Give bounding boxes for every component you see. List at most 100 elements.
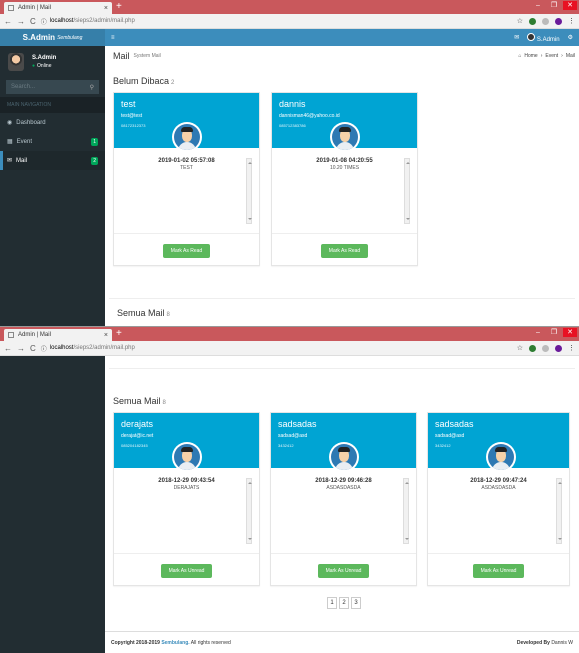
reload-icon[interactable]: C [30,344,36,353]
user-avatar-icon [330,122,360,152]
message-box[interactable]: 2018-12-29 09:43:54 DERAJATS [121,478,252,547]
mark-as-read-button[interactable]: Mark As Read [162,243,211,258]
breadcrumb-event[interactable]: Event [545,53,558,59]
brand-logo[interactable]: S.Admin Sembulang [0,29,105,46]
menu-dots-icon[interactable]: ⋮ [568,17,575,25]
search-icon[interactable]: ⚲ [90,84,94,91]
message-body: ASDASDASDA [481,485,516,491]
extension-icon[interactable] [529,344,536,352]
search-input[interactable]: Search... [11,84,35,90]
extension-icon[interactable] [529,17,536,25]
all-count: 8 [166,312,170,318]
new-tab-icon[interactable]: + [116,328,122,339]
url-field[interactable]: ⓘ localhost/sieps2/admin/mail.php [41,17,135,26]
all-title: Semua Mail [117,308,165,318]
unread-cards: test test@test 08172312373 2019-01-02 05:5… [109,86,579,266]
mark-as-unread-button[interactable]: Mark As Unread [472,563,525,578]
scrollbar[interactable] [246,158,252,224]
mark-as-unread-button[interactable]: Mark As Unread [317,563,370,578]
extension-icon-2[interactable] [542,344,549,352]
page-link[interactable]: 1 [327,597,337,609]
nav-header: MAIN NAVIGATION [0,97,105,113]
mail-notification-icon[interactable]: ✉ [514,34,519,41]
sidebar-item-dashboard[interactable]: ◉ Dashboard [0,113,105,132]
calendar-icon: ▦ [7,139,13,145]
footer-brand-link[interactable]: Sembulang. [161,640,189,646]
main-content: Mail System Mail ⌂ Home › Event › Mail B… [105,46,579,326]
address-bar: ← → C ⓘ localhost/sieps2/admin/mail.php … [0,14,579,29]
close-window-icon[interactable]: ✕ [563,328,577,337]
breadcrumb: ⌂ Home › Event › Mail [518,53,575,59]
bookmark-star-icon[interactable]: ☆ [517,344,523,352]
user-avatar-icon [486,442,516,472]
screenshot-bottom: Admin | Mail × + – ❐ ✕ ← → C ⓘ localhost… [0,326,579,653]
screenshot-top: Admin | Mail × + – ❐ ✕ ← → C ⓘ localhost… [0,0,579,326]
browser-tab[interactable]: Admin | Mail × [4,2,112,14]
window-controls: – ❐ ✕ [531,328,577,337]
scrollbar[interactable] [404,158,410,224]
info-icon[interactable]: ⓘ [41,17,47,26]
forward-icon[interactable]: → [17,17,25,26]
mail-card: sadsadas sadsad@asd 3432412 2018-12-29 09:… [270,412,417,586]
window-controls: – ❐ ✕ [531,1,577,10]
sidebar: S.AdminSembulang S.Admin Online Search..… [0,29,105,326]
mark-as-unread-button[interactable]: Mark As Unread [160,563,213,578]
message-box[interactable]: 2018-12-29 09:46:28 ASDASDASDA [278,478,409,547]
breadcrumb-sep: › [540,53,543,59]
close-window-icon[interactable]: ✕ [563,1,577,10]
sidebar-item-event[interactable]: ▦ Event 1 [0,132,105,151]
info-icon[interactable]: ⓘ [41,344,47,353]
sender-name: sadsadas [435,419,474,429]
address-bar: ← → C ⓘ localhost/sieps2/admin/mail.php … [0,341,579,356]
maximize-icon[interactable]: ❐ [547,328,561,337]
scrollbar[interactable] [556,478,562,544]
sidebar-item-label: Dashboard [16,119,46,126]
message-date: 2019-01-02 05:57:08 [158,158,215,164]
sender-email: sadsad@asd [278,433,308,439]
new-tab-icon[interactable]: + [116,1,122,12]
minimize-icon[interactable]: – [531,328,545,337]
page-link[interactable]: 3 [351,597,361,609]
sender-name: test [121,99,136,109]
maximize-icon[interactable]: ❐ [547,1,561,10]
profile-icon[interactable] [555,344,562,352]
back-icon[interactable]: ← [4,344,12,353]
message-date: 2018-12-29 09:46:28 [315,478,372,484]
settings-gears-icon[interactable]: ⚙ [568,34,573,41]
minimize-icon[interactable]: – [531,1,545,10]
all-section-title: Semua Mail 8 [117,308,170,318]
user-avatar-icon [172,122,202,152]
scrollbar[interactable] [246,478,252,544]
sender-email: dannisman46@yahoo.co.id [279,113,340,119]
message-box[interactable]: 2018-12-29 09:47:24 ASDASDASDA [435,478,562,547]
close-tab-icon[interactable]: × [104,5,108,12]
user-menu[interactable]: S.Admin [527,32,560,43]
menu-dots-icon[interactable]: ⋮ [568,344,575,352]
back-icon[interactable]: ← [4,17,12,26]
rights-text: All rights reserved [190,639,231,646]
hamburger-icon[interactable]: ≡ [111,35,115,41]
brand-sub: Sembulang [57,34,83,41]
profile-icon[interactable] [555,17,562,25]
breadcrumb-sep: › [561,53,563,59]
scrollbar[interactable] [403,478,409,544]
browser-tabbar: Admin | Mail × + – ❐ ✕ [0,0,579,14]
sidebar-item-mail[interactable]: ✉ Mail 2 [0,151,105,170]
bookmark-star-icon[interactable]: ☆ [517,17,523,25]
message-body: TEST [180,165,193,171]
page-link[interactable]: 2 [339,597,349,609]
top-navbar: ≡ ✉ S.Admin ⚙ [105,29,579,46]
browser-tab[interactable]: Admin | Mail × [4,329,112,341]
mark-as-read-button[interactable]: Mark As Read [320,243,369,258]
close-tab-icon[interactable]: × [104,332,108,339]
reload-icon[interactable]: C [30,17,36,26]
extension-icon-2[interactable] [542,17,549,25]
message-box[interactable]: 2019-01-08 04:20:55 10.20 TIMES [279,158,410,227]
sidebar-search[interactable]: Search... ⚲ [6,80,99,94]
breadcrumb-home[interactable]: Home [524,53,537,59]
forward-icon[interactable]: → [17,344,25,353]
url-host: localhost [49,18,74,24]
url-field[interactable]: ⓘ localhost/sieps2/admin/mail.php [41,344,135,353]
envelope-icon: ✉ [7,158,13,164]
message-box[interactable]: 2019-01-02 05:57:08 TEST [121,158,252,227]
